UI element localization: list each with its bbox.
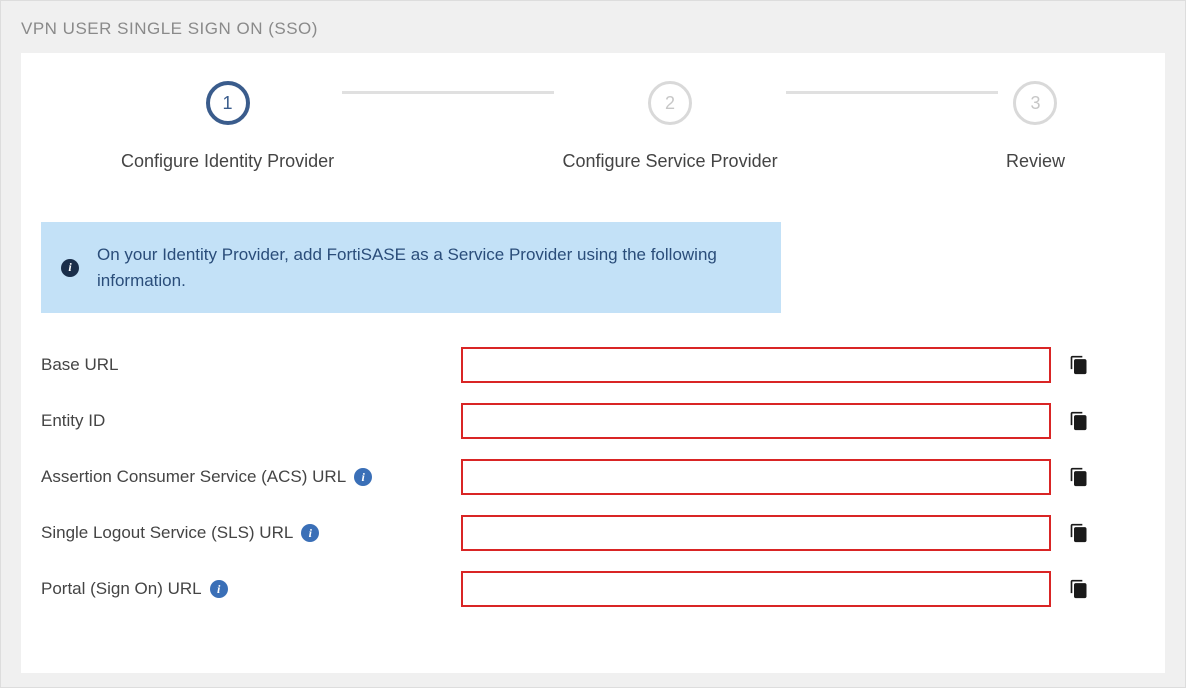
row-entity-id: Entity ID bbox=[41, 403, 1145, 439]
step-2-circle: 2 bbox=[648, 81, 692, 125]
info-icon-acs[interactable]: i bbox=[354, 468, 372, 486]
input-sls-url[interactable] bbox=[461, 515, 1051, 551]
info-banner: i On your Identity Provider, add FortiSA… bbox=[41, 222, 781, 313]
label-acs-url-text: Assertion Consumer Service (ACS) URL bbox=[41, 467, 346, 487]
row-base-url: Base URL bbox=[41, 347, 1145, 383]
row-portal-url: Portal (Sign On) URL i bbox=[41, 571, 1145, 607]
input-acs-url[interactable] bbox=[461, 459, 1051, 495]
step-3-circle: 3 bbox=[1013, 81, 1057, 125]
stepper: 1 Configure Identity Provider 2 Configur… bbox=[41, 81, 1145, 172]
panel-title: VPN USER SINGLE SIGN ON (SSO) bbox=[1, 1, 1185, 53]
label-acs-url: Assertion Consumer Service (ACS) URL i bbox=[41, 467, 461, 487]
info-icon-portal[interactable]: i bbox=[210, 580, 228, 598]
copy-button-entity-id[interactable] bbox=[1069, 411, 1089, 431]
step-2-label: Configure Service Provider bbox=[562, 151, 777, 172]
copy-button-base-url[interactable] bbox=[1069, 355, 1089, 375]
copy-icon bbox=[1069, 355, 1089, 375]
info-icon: i bbox=[61, 259, 79, 277]
input-base-url[interactable] bbox=[461, 347, 1051, 383]
copy-icon bbox=[1069, 411, 1089, 431]
label-portal-url: Portal (Sign On) URL i bbox=[41, 579, 461, 599]
step-3[interactable]: 3 Review bbox=[1006, 81, 1065, 172]
label-sls-url-text: Single Logout Service (SLS) URL bbox=[41, 523, 293, 543]
step-connector-1 bbox=[342, 91, 554, 94]
step-1[interactable]: 1 Configure Identity Provider bbox=[121, 81, 334, 172]
info-icon-sls[interactable]: i bbox=[301, 524, 319, 542]
copy-button-acs-url[interactable] bbox=[1069, 467, 1089, 487]
step-3-label: Review bbox=[1006, 151, 1065, 172]
label-sls-url: Single Logout Service (SLS) URL i bbox=[41, 523, 461, 543]
copy-icon bbox=[1069, 579, 1089, 599]
row-sls-url: Single Logout Service (SLS) URL i bbox=[41, 515, 1145, 551]
row-acs-url: Assertion Consumer Service (ACS) URL i bbox=[41, 459, 1145, 495]
step-1-circle: 1 bbox=[206, 81, 250, 125]
copy-button-sls-url[interactable] bbox=[1069, 523, 1089, 543]
copy-icon bbox=[1069, 523, 1089, 543]
input-portal-url[interactable] bbox=[461, 571, 1051, 607]
label-entity-id: Entity ID bbox=[41, 411, 461, 431]
step-1-label: Configure Identity Provider bbox=[121, 151, 334, 172]
input-entity-id[interactable] bbox=[461, 403, 1051, 439]
label-base-url-text: Base URL bbox=[41, 355, 118, 375]
label-entity-id-text: Entity ID bbox=[41, 411, 105, 431]
copy-button-portal-url[interactable] bbox=[1069, 579, 1089, 599]
label-portal-url-text: Portal (Sign On) URL bbox=[41, 579, 202, 599]
step-2[interactable]: 2 Configure Service Provider bbox=[562, 81, 777, 172]
copy-icon bbox=[1069, 467, 1089, 487]
step-connector-2 bbox=[786, 91, 998, 94]
info-banner-text: On your Identity Provider, add FortiSASE… bbox=[97, 242, 761, 293]
sso-config-panel: VPN USER SINGLE SIGN ON (SSO) 1 Configur… bbox=[0, 0, 1186, 688]
content-card: 1 Configure Identity Provider 2 Configur… bbox=[21, 53, 1165, 673]
label-base-url: Base URL bbox=[41, 355, 461, 375]
